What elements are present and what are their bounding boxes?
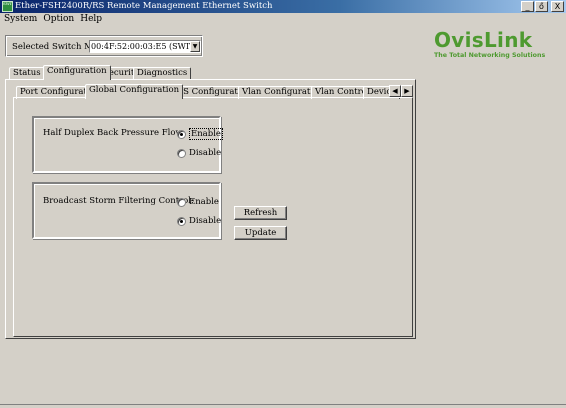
maximize-button[interactable]: ő <box>535 1 548 12</box>
refresh-button[interactable]: Refresh <box>234 206 287 220</box>
broadcast-storm-enable-radio[interactable]: Enable <box>177 197 219 207</box>
app-icon: SWITCH <box>2 1 13 12</box>
minimize-button[interactable]: _ <box>521 1 534 12</box>
update-button[interactable]: Update <box>234 226 287 240</box>
menu-help[interactable]: Help <box>80 13 102 26</box>
broadcast-storm-group: Broadcast Storm Filtering Control: Enabl… <box>32 182 221 239</box>
half-duplex-label: Half Duplex Back Pressure Flow <box>43 128 183 138</box>
radio-unchecked-icon <box>177 197 186 207</box>
broadcast-storm-enable-label: Enable <box>189 197 219 207</box>
tab-scroll-right-icon[interactable]: ▶ <box>401 85 413 97</box>
switch-mac-value: 00:4F:52:00:03:E5 (SWITCH <box>91 42 201 51</box>
status-bar-divider <box>0 404 566 405</box>
broadcast-storm-disable-label: Disable <box>189 216 222 226</box>
radio-unchecked-icon <box>177 148 186 158</box>
tab-global-configuration[interactable]: Global Configuration <box>85 84 184 99</box>
half-duplex-disable-label: Disable <box>189 148 222 158</box>
broadcast-storm-disable-radio[interactable]: Disable <box>177 216 221 226</box>
tab-scroll-left-icon[interactable]: ◀ <box>389 85 401 97</box>
menu-bar: System Option Help <box>0 13 566 26</box>
broadcast-storm-label: Broadcast Storm Filtering Control: <box>43 196 194 206</box>
title-bar: SWITCH Ether-FSH2400R/RS Remote Manageme… <box>0 0 566 13</box>
radio-checked-icon <box>177 216 186 226</box>
brand-logo: OvisLink The Total Networking Solutions <box>434 29 545 59</box>
chevron-down-icon[interactable]: ▼ <box>190 41 200 52</box>
half-duplex-group: Half Duplex Back Pressure Flow Enable Di… <box>32 116 223 173</box>
radio-checked-icon <box>177 129 186 139</box>
half-duplex-enable-label: Enable <box>189 128 223 140</box>
switch-mac-select[interactable]: 00:4F:52:00:03:E5 (SWITCH ▼ <box>89 40 201 53</box>
window-title: Ether-FSH2400R/RS Remote Management Ethe… <box>15 1 273 11</box>
switch-selector-group: Selected Switch Mac: 00:4F:52:00:03:E5 (… <box>5 35 203 57</box>
menu-system[interactable]: System <box>4 13 37 26</box>
menu-option[interactable]: Option <box>43 13 74 26</box>
close-button[interactable]: X <box>551 1 564 12</box>
half-duplex-enable-radio[interactable]: Enable <box>177 128 223 140</box>
logo-tagline: The Total Networking Solutions <box>434 52 546 59</box>
logo-name: OvisLink <box>434 28 533 52</box>
half-duplex-disable-radio[interactable]: Disable <box>177 148 221 158</box>
tab-configuration[interactable]: Configuration <box>43 65 111 80</box>
